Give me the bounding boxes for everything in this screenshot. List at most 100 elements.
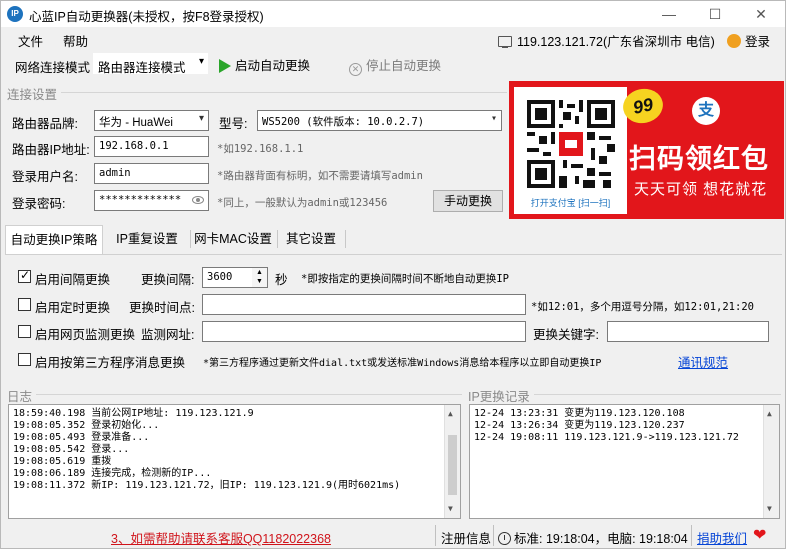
timed-hint: *如12:01，多个用逗号分隔，如12:01,21:20 bbox=[531, 301, 754, 313]
connection-group-title: 连接设置 bbox=[7, 84, 62, 103]
ad-subtitle: 天天可领 想花就花 bbox=[634, 181, 768, 198]
model-label: 型号: bbox=[219, 117, 248, 131]
connection-group-line bbox=[7, 92, 507, 93]
status-separator bbox=[493, 525, 494, 546]
connection-mode-select[interactable]: 路由器连接模式 ▾ bbox=[93, 53, 208, 75]
current-ip-text: 119.123.121.72(广东省深圳市 电信) bbox=[517, 35, 715, 49]
password-hint: *同上，一般默认为admin或123456 bbox=[217, 197, 388, 209]
password-input[interactable]: ************* bbox=[94, 190, 209, 211]
tab-other-settings[interactable]: 其它设置 bbox=[280, 225, 342, 253]
monitor-url-input[interactable] bbox=[202, 321, 526, 342]
register-info[interactable]: 注册信息 bbox=[441, 528, 491, 547]
heart-icon[interactable]: ❤ bbox=[753, 525, 766, 545]
menu-help[interactable]: 帮助 bbox=[63, 31, 88, 50]
monitor-url-label: 监测网址: bbox=[141, 328, 195, 342]
interval-stepper[interactable]: ▲ ▼ bbox=[252, 267, 268, 288]
close-button[interactable]: ✕ bbox=[738, 1, 784, 27]
connection-mode-value: 路由器连接模式 bbox=[98, 61, 186, 75]
clock-icon bbox=[498, 532, 511, 545]
connection-mode-label: 网络连接模式 bbox=[15, 61, 91, 75]
qr-caption: 打开支付宝 [扫一扫] bbox=[530, 198, 611, 208]
history-scrollbar[interactable]: ▲ ▼ bbox=[763, 405, 779, 518]
tab-separator bbox=[277, 230, 278, 248]
protocol-spec-link[interactable]: 通讯规范 bbox=[678, 352, 728, 371]
log-line: 19:08:05.352 登录初始化... bbox=[13, 420, 160, 431]
donate-link[interactable]: 捐助我们 bbox=[697, 528, 747, 547]
status-separator bbox=[435, 525, 436, 546]
log-line: 18:59:40.198 当前公网IP地址: 119.123.121.9 bbox=[13, 408, 254, 419]
interval-checkbox[interactable] bbox=[18, 268, 31, 283]
model-value: WS5200 (软件版本: 10.0.2.7) bbox=[262, 116, 425, 128]
tab-auto-strategy[interactable]: 自动更换IP策略 bbox=[5, 225, 103, 255]
third-party-checkbox[interactable] bbox=[18, 353, 31, 366]
clock-display: 标准: 19:18:04，电脑: 19:18:04 bbox=[498, 528, 688, 547]
interval-field-label: 更换间隔: bbox=[141, 273, 195, 287]
user-icon bbox=[727, 34, 741, 48]
time-text: 标准: 19:18:04，电脑: 19:18:04 bbox=[514, 532, 688, 546]
web-monitor-checkbox[interactable] bbox=[18, 325, 31, 338]
title-bar: IP 心蓝IP自动更换器(未授权，按F8登录授权) — ☐ ✕ bbox=[1, 1, 785, 27]
username-label: 登录用户名: bbox=[12, 170, 78, 184]
username-hint: *路由器背面有标明，如不需要请填写admin bbox=[217, 170, 423, 182]
log-line: 19:08:05.619 重拨 bbox=[13, 456, 112, 467]
alipay-icon: 支 bbox=[692, 97, 720, 125]
timed-input[interactable] bbox=[202, 294, 526, 315]
app-logo-icon: IP bbox=[7, 6, 23, 22]
app-window: IP 心蓝IP自动更换器(未授权，按F8登录授权) — ☐ ✕ 文件 帮助 11… bbox=[0, 0, 786, 549]
tab-ip-repeat[interactable]: IP重复设置 bbox=[107, 225, 187, 253]
timed-checkbox[interactable] bbox=[18, 298, 31, 311]
history-line: 12-24 19:08:11 119.123.121.9->119.123.12… bbox=[474, 432, 739, 443]
router-ip-input[interactable]: 192.168.0.1 bbox=[94, 136, 209, 157]
brand-value: 华为 - HuaWei bbox=[99, 117, 173, 129]
start-auto-change-button[interactable]: 启动自动更换 bbox=[219, 55, 310, 74]
login-button[interactable]: 登录 bbox=[727, 31, 770, 50]
eye-icon[interactable] bbox=[192, 196, 204, 204]
log-scroll-thumb[interactable] bbox=[448, 435, 457, 495]
log-line: 19:08:11.372 新IP: 119.123.121.72，旧IP: 11… bbox=[13, 480, 401, 491]
ip-history-textarea[interactable]: 12-24 13:23:31 变更为119.123.120.108 12-24 … bbox=[469, 404, 780, 519]
login-label: 登录 bbox=[745, 35, 771, 49]
menu-file[interactable]: 文件 bbox=[18, 31, 43, 50]
play-icon bbox=[219, 59, 231, 73]
window-title: 心蓝IP自动更换器(未授权，按F8登录授权) bbox=[29, 10, 264, 24]
history-line: 12-24 13:23:31 变更为119.123.120.108 bbox=[474, 408, 685, 419]
stop-auto-change-button[interactable]: ✕ 停止自动更换 bbox=[349, 55, 441, 76]
keyword-input[interactable] bbox=[607, 321, 769, 342]
tab-mac-settings[interactable]: 网卡MAC设置 bbox=[193, 225, 273, 253]
qr-code-icon bbox=[527, 100, 615, 188]
history-line: 12-24 13:26:34 变更为119.123.120.237 bbox=[474, 420, 685, 431]
start-label: 启动自动更换 bbox=[235, 59, 311, 73]
support-qq-link[interactable]: 3、如需帮助请联系客服QQ1182022368 bbox=[111, 528, 331, 547]
brand-select[interactable]: 华为 - HuaWei ▾ bbox=[94, 110, 209, 131]
stop-icon: ✕ bbox=[349, 63, 362, 76]
dropdown-arrow-icon: ▾ bbox=[198, 56, 204, 67]
scroll-down-icon[interactable]: ▼ bbox=[767, 503, 772, 515]
log-scrollbar[interactable]: ▲ ▼ bbox=[444, 405, 460, 518]
model-select[interactable]: WS5200 (软件版本: 10.0.2.7) ▾ bbox=[257, 110, 502, 131]
status-bar: 3、如需帮助请联系客服QQ1182022368 注册信息 标准: 19:18:0… bbox=[1, 523, 785, 548]
chevron-down-icon: ▾ bbox=[490, 113, 497, 124]
stop-label: 停止自动更换 bbox=[366, 59, 442, 73]
red-packet-ad[interactable]: 打开支付宝 [扫一扫] 99 支 扫码领红包 天天可领 想花就花 bbox=[509, 81, 784, 219]
interval-hint: *即按指定的更换间隔时间不断地自动更换IP bbox=[301, 273, 509, 285]
minimize-button[interactable]: — bbox=[646, 1, 692, 27]
log-textarea[interactable]: 18:59:40.198 当前公网IP地址: 119.123.121.9 19:… bbox=[8, 404, 461, 519]
interval-unit: 秒 bbox=[275, 273, 288, 287]
maximize-button[interactable]: ☐ bbox=[692, 1, 738, 27]
scroll-up-icon[interactable]: ▲ bbox=[767, 408, 772, 420]
scroll-up-icon[interactable]: ▲ bbox=[448, 408, 453, 420]
manual-change-button[interactable]: 手动更换 bbox=[433, 190, 503, 212]
interval-input[interactable]: 3600 bbox=[202, 267, 253, 288]
interval-label: 启用间隔更换 bbox=[35, 273, 111, 287]
current-ip-display: 119.123.121.72(广东省深圳市 电信) bbox=[498, 31, 715, 50]
scroll-down-icon[interactable]: ▼ bbox=[448, 503, 453, 515]
log-group-line bbox=[7, 394, 462, 395]
chevron-down-icon: ▾ bbox=[198, 113, 204, 124]
password-label: 登录密码: bbox=[12, 197, 66, 211]
username-input[interactable]: admin bbox=[94, 163, 209, 184]
log-group-title: 日志 bbox=[7, 386, 37, 405]
monitor-icon bbox=[498, 36, 512, 48]
status-separator bbox=[691, 525, 692, 546]
keyword-label: 更换关键字: bbox=[533, 328, 599, 342]
brand-label: 路由器品牌: bbox=[12, 117, 78, 131]
